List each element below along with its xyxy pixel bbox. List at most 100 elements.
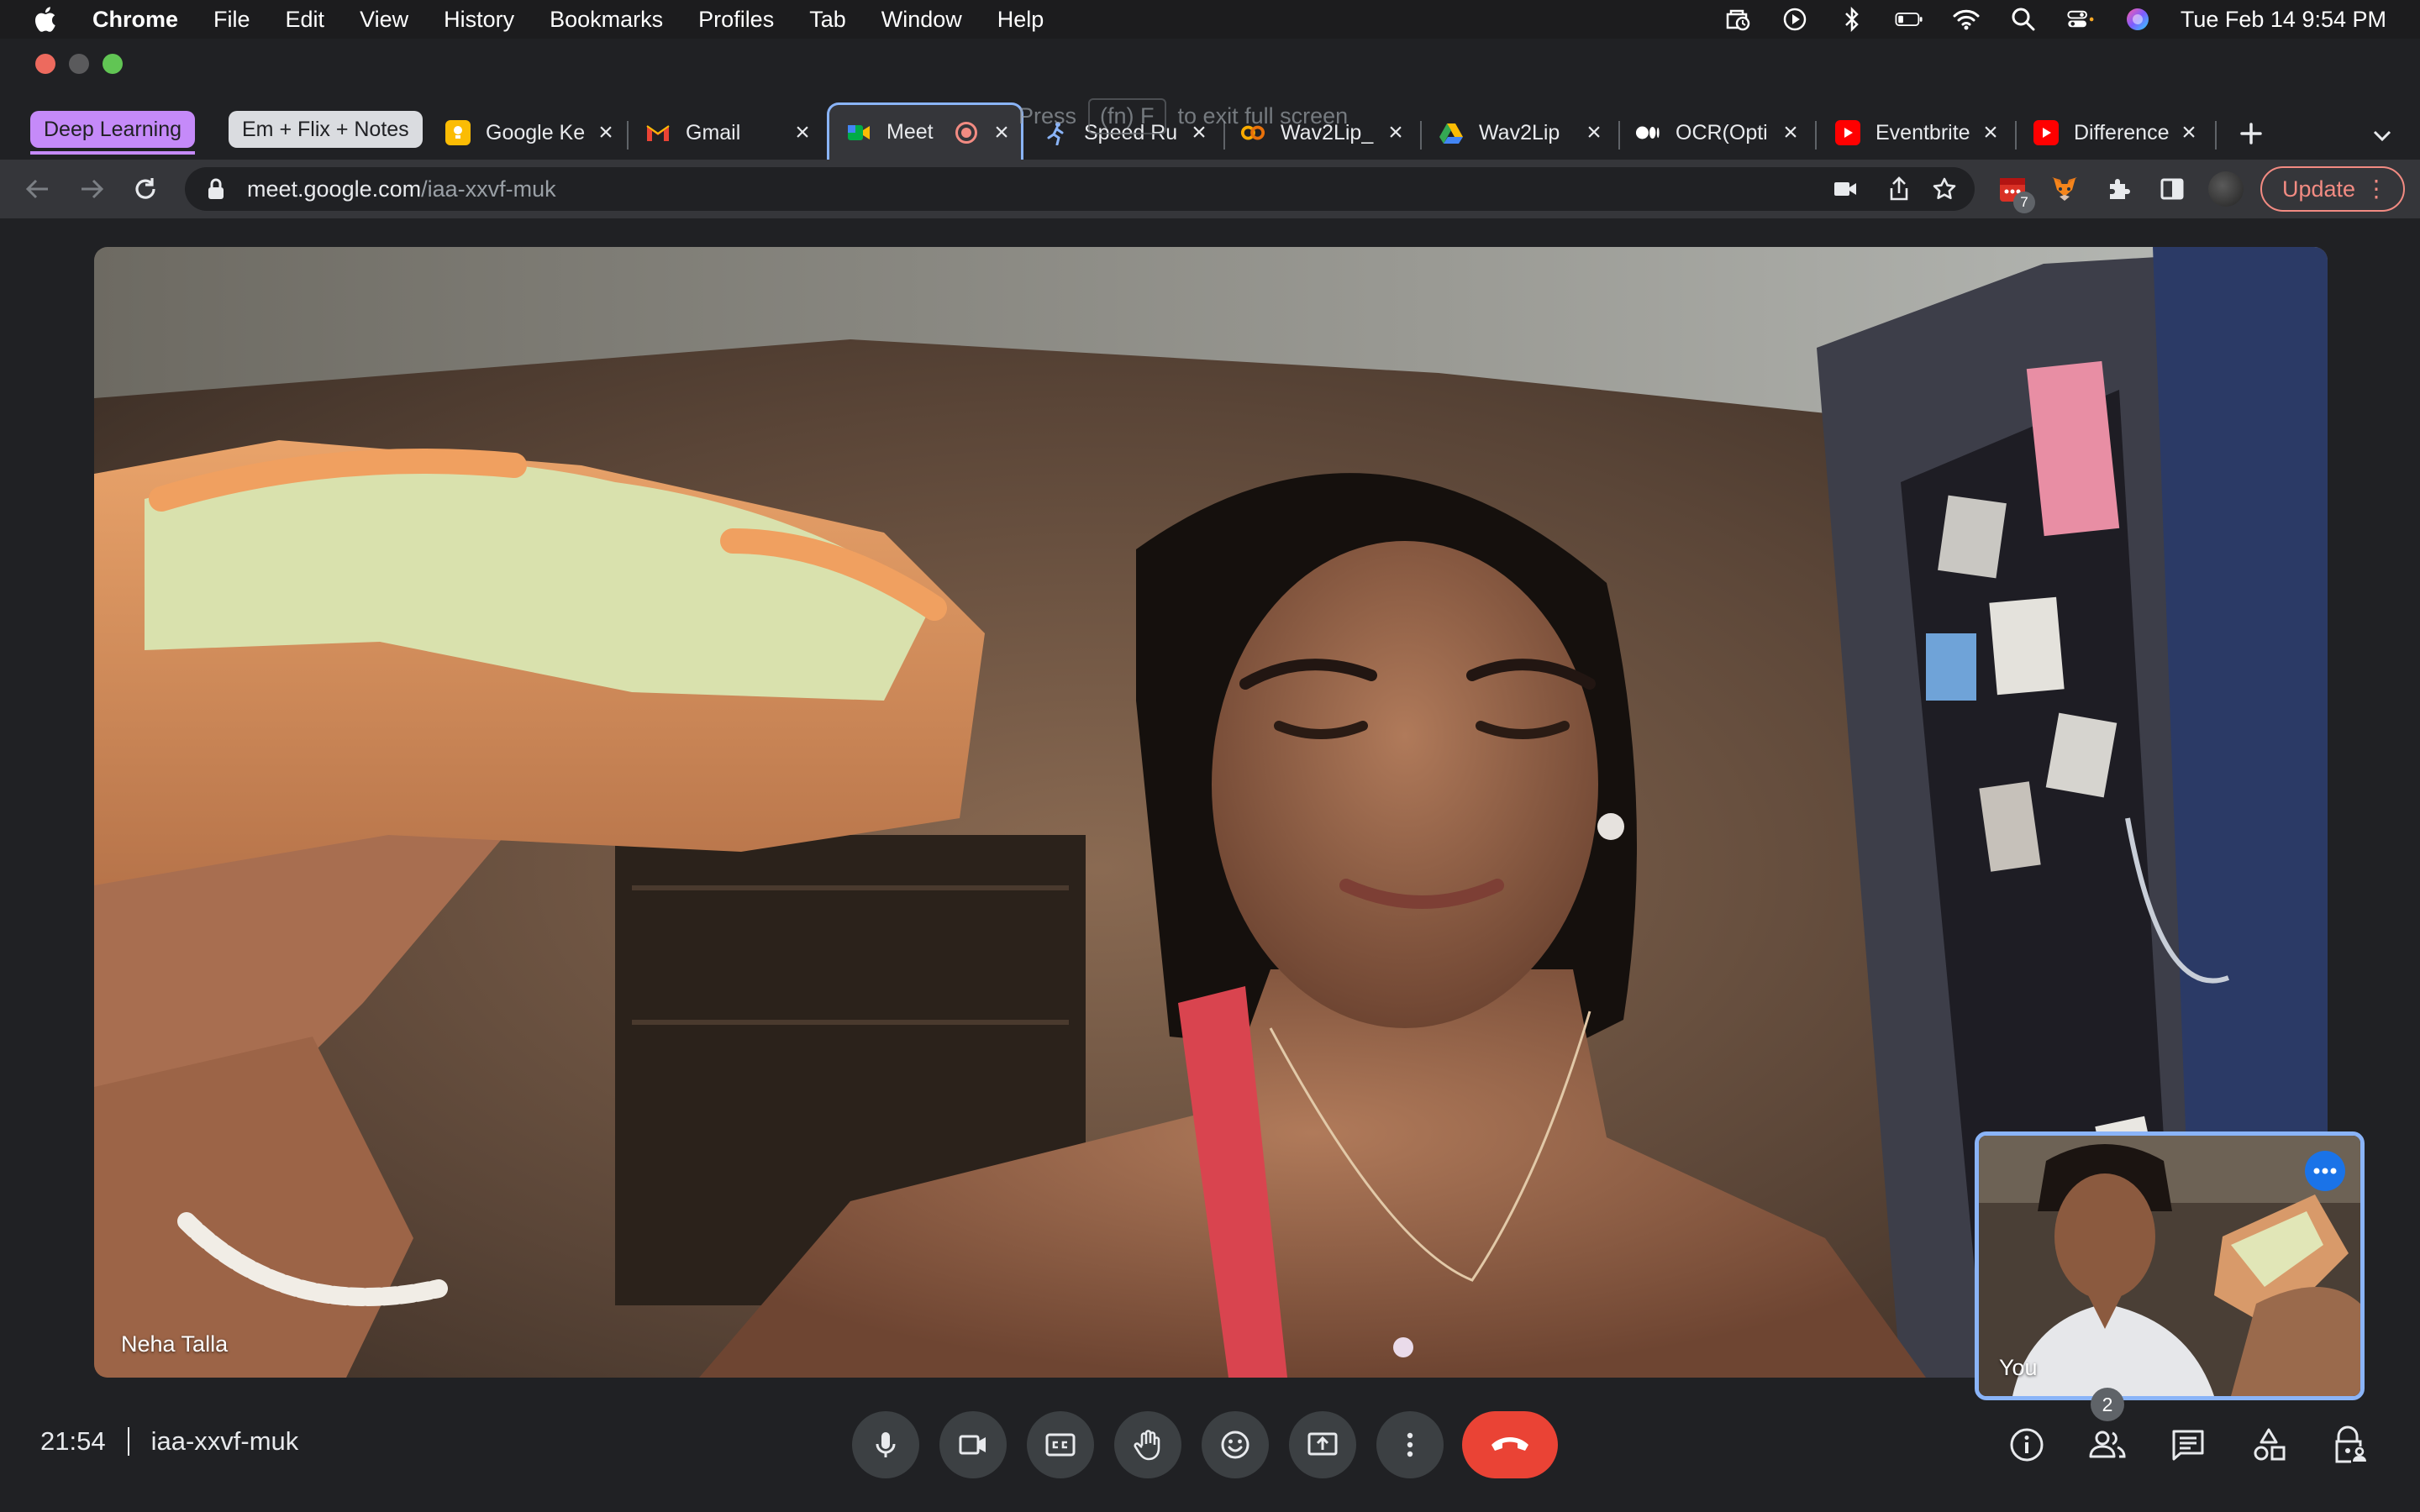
menu-help[interactable]: Help bbox=[997, 7, 1044, 33]
activities-button[interactable] bbox=[2244, 1420, 2294, 1470]
tab-search-chevron-icon[interactable] bbox=[2363, 116, 2402, 155]
tab-divider bbox=[1420, 121, 1422, 150]
menu-bar-status-area: Tue Feb 14 9:54 PM bbox=[1723, 0, 2386, 39]
meeting-details-button[interactable] bbox=[2002, 1420, 2052, 1470]
time-machine-icon[interactable] bbox=[1723, 7, 1752, 32]
menu-tab[interactable]: Tab bbox=[809, 7, 846, 33]
tab-ocr[interactable]: OCR(Opti × bbox=[1635, 109, 1803, 156]
tab-meet-active[interactable]: Meet × bbox=[827, 102, 1023, 160]
tab-google-keep[interactable]: Google Ke × bbox=[445, 109, 618, 156]
hint-text-after: to exit full screen bbox=[1177, 102, 1349, 129]
tab-group-deep-learning[interactable]: Deep Learning bbox=[30, 111, 196, 148]
play-circle-icon[interactable] bbox=[1781, 7, 1809, 32]
back-arrow-icon[interactable] bbox=[17, 168, 59, 210]
bluetooth-icon[interactable] bbox=[1838, 7, 1866, 32]
meet-stage: Neha Talla Press (fn) F to exit full scr… bbox=[0, 97, 2420, 1512]
medium-icon bbox=[1635, 120, 1660, 145]
menu-bar-clock[interactable]: Tue Feb 14 9:54 PM bbox=[2181, 7, 2386, 33]
new-tab-icon[interactable] bbox=[2232, 114, 2270, 153]
camera-in-use-icon[interactable] bbox=[1830, 174, 1860, 204]
meet-icon bbox=[846, 120, 871, 145]
lock-person-icon bbox=[2335, 1425, 2366, 1463]
close-tab-icon[interactable]: × bbox=[1778, 118, 1803, 146]
microphone-toggle-button[interactable] bbox=[852, 1411, 919, 1478]
forward-arrow-icon[interactable] bbox=[71, 168, 113, 210]
captions-button[interactable] bbox=[1027, 1411, 1094, 1478]
window-close-button[interactable] bbox=[35, 54, 55, 74]
close-tab-icon[interactable]: × bbox=[593, 118, 618, 146]
meeting-info-divider bbox=[127, 1427, 129, 1456]
raise-hand-button[interactable] bbox=[1114, 1411, 1181, 1478]
tab-wav2lip-drive[interactable]: Wav2Lip × bbox=[1439, 109, 1607, 156]
tab-label: Eventbrite bbox=[1876, 120, 1970, 144]
tab-label: OCR(Opti bbox=[1676, 120, 1768, 144]
tab-label: Google Ke bbox=[486, 120, 586, 144]
close-tab-icon[interactable]: × bbox=[1978, 118, 2003, 146]
menu-app-name[interactable]: Chrome bbox=[92, 7, 178, 33]
lock-icon[interactable] bbox=[203, 176, 229, 202]
window-minimize-button[interactable] bbox=[69, 54, 89, 74]
share-icon[interactable] bbox=[1884, 174, 1914, 204]
self-view-label: You bbox=[1999, 1355, 2038, 1380]
menu-edit[interactable]: Edit bbox=[286, 7, 325, 33]
bookmark-star-icon[interactable] bbox=[1929, 174, 1960, 204]
present-screen-button[interactable] bbox=[1289, 1411, 1356, 1478]
tab-eventbrite[interactable]: Eventbrite × bbox=[1835, 109, 2003, 156]
chrome-menu-kebab-icon[interactable]: ⋮ bbox=[2365, 176, 2388, 202]
tab-divider bbox=[627, 121, 629, 150]
close-tab-icon[interactable]: × bbox=[1383, 118, 1408, 146]
reactions-button[interactable] bbox=[1202, 1411, 1269, 1478]
host-controls-button[interactable] bbox=[2324, 1420, 2375, 1470]
gmail-icon bbox=[645, 120, 671, 145]
tab-difference[interactable]: Difference × bbox=[2033, 109, 2202, 156]
battery-icon[interactable] bbox=[1895, 7, 1923, 32]
main-participant-name: Neha Talla bbox=[121, 1331, 229, 1357]
meeting-details: 21:54 iaa-xxvf-muk bbox=[40, 1426, 298, 1457]
menu-profiles[interactable]: Profiles bbox=[698, 7, 774, 33]
tab-divider bbox=[1618, 121, 1620, 150]
calendar-extension-icon[interactable]: 7 bbox=[1993, 170, 2035, 213]
raise-hand-icon bbox=[1134, 1430, 1160, 1461]
leave-call-button[interactable] bbox=[1462, 1411, 1558, 1478]
menu-file[interactable]: File bbox=[213, 7, 250, 33]
self-view-more-options-button[interactable] bbox=[2305, 1151, 2345, 1191]
tab-group-em-flix-notes[interactable]: Em + Flix + Notes bbox=[229, 111, 423, 148]
tab-label: Wav2Lip bbox=[1479, 120, 1560, 144]
tab-divider bbox=[2015, 121, 2017, 150]
close-tab-icon[interactable]: × bbox=[989, 118, 1014, 146]
menu-view[interactable]: View bbox=[360, 7, 408, 33]
metamask-fox-icon[interactable] bbox=[2045, 170, 2084, 208]
people-icon bbox=[2089, 1431, 2126, 1458]
hint-text-before: Press bbox=[1018, 102, 1077, 129]
control-center-icon[interactable] bbox=[2066, 7, 2095, 32]
profile-avatar[interactable] bbox=[2207, 170, 2245, 208]
camera-toggle-button[interactable] bbox=[939, 1411, 1007, 1478]
window-fullscreen-button[interactable] bbox=[103, 54, 123, 74]
menu-bookmarks[interactable]: Bookmarks bbox=[550, 7, 663, 33]
apple-icon[interactable] bbox=[30, 5, 59, 34]
close-tab-icon[interactable]: × bbox=[2176, 118, 2202, 146]
address-bar[interactable]: meet.google.com/iaa-xxvf-muk bbox=[185, 167, 1975, 211]
close-tab-icon[interactable]: × bbox=[1581, 118, 1607, 146]
google-keep-icon bbox=[445, 120, 471, 145]
extensions-puzzle-icon[interactable] bbox=[2099, 170, 2138, 208]
more-options-button[interactable] bbox=[1376, 1411, 1444, 1478]
wifi-icon[interactable] bbox=[1952, 7, 1981, 32]
chat-button[interactable] bbox=[2163, 1420, 2213, 1470]
spotlight-search-icon[interactable] bbox=[2009, 7, 2038, 32]
reload-icon[interactable] bbox=[124, 168, 166, 210]
activities-shapes-icon bbox=[2254, 1428, 2286, 1461]
tab-label: Gmail bbox=[686, 120, 741, 144]
self-view-tile[interactable]: You bbox=[1975, 1131, 2365, 1400]
url-host: meet.google.com bbox=[247, 176, 422, 202]
tab-gmail[interactable]: Gmail × bbox=[645, 109, 815, 156]
update-chrome-button[interactable]: Update ⋮ bbox=[2260, 166, 2405, 212]
participants-button[interactable]: 2 bbox=[2082, 1388, 2133, 1470]
siri-icon[interactable] bbox=[2123, 7, 2152, 32]
youtube-icon bbox=[1835, 120, 1860, 145]
menu-window[interactable]: Window bbox=[881, 7, 962, 33]
side-panel-icon[interactable] bbox=[2153, 170, 2191, 208]
menu-history[interactable]: History bbox=[444, 7, 514, 33]
close-tab-icon[interactable]: × bbox=[790, 118, 815, 146]
hang-up-phone-icon bbox=[1491, 1437, 1528, 1451]
